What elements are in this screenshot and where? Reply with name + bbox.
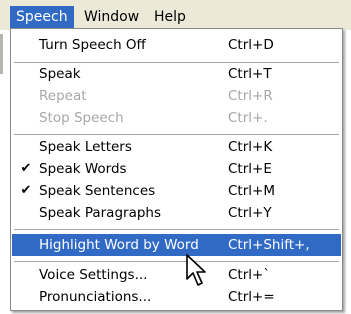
menu-item-speak[interactable]: Speak Ctrl+T: [12, 63, 341, 85]
background-window-edge: [0, 34, 3, 74]
menu-item-speak-sentences[interactable]: ✔ Speak Sentences Ctrl+M: [12, 180, 341, 202]
menu-item-speak-letters[interactable]: Speak Letters Ctrl+K: [12, 136, 341, 158]
menu-item-shortcut: Ctrl+R: [228, 88, 273, 104]
menu-item-shortcut: Ctrl+M: [228, 183, 275, 199]
menu-item-stop-speech: Stop Speech Ctrl+.: [12, 107, 341, 129]
speech-dropdown-menu: Turn Speech Off Ctrl+D Speak Ctrl+T Repe…: [10, 28, 343, 311]
menu-item-label: Voice Settings...: [39, 267, 148, 283]
menu-item-highlight-word-by-word[interactable]: Highlight Word by Word Ctrl+Shift+,: [12, 234, 341, 256]
menu-item-label: Speak Words: [39, 161, 127, 177]
menu-item-voice-settings[interactable]: Voice Settings... Ctrl+`: [12, 264, 341, 286]
menu-item-label: Highlight Word by Word: [39, 237, 199, 253]
menu-item-shortcut: Ctrl+T: [228, 66, 272, 82]
menu-separator: [14, 229, 339, 230]
menu-item-shortcut: Ctrl+=: [228, 289, 275, 305]
menu-separator: [14, 261, 339, 262]
menu-item-shortcut: Ctrl+Y: [228, 205, 272, 221]
menu-item-shortcut: Ctrl+K: [228, 139, 273, 155]
menu-help[interactable]: Help: [148, 6, 192, 28]
menu-item-shortcut: Ctrl+Shift+,: [228, 237, 310, 253]
checkmark-icon: ✔: [20, 161, 32, 176]
menu-bar: Speech Window Help: [0, 0, 351, 30]
menu-speech[interactable]: Speech: [10, 6, 74, 28]
menu-item-speak-words[interactable]: ✔ Speak Words Ctrl+E: [12, 158, 341, 180]
menu-item-label: Pronunciations...: [39, 289, 152, 305]
menu-window[interactable]: Window: [78, 6, 145, 28]
menu-item-pronunciations[interactable]: Pronunciations... Ctrl+=: [12, 286, 341, 308]
menu-item-shortcut: Ctrl+.: [228, 110, 268, 126]
menu-item-label: Speak Sentences: [39, 183, 156, 199]
menu-item-shortcut: Ctrl+E: [228, 161, 272, 177]
menu-item-repeat: Repeat Ctrl+R: [12, 85, 341, 107]
menu-item-label: Stop Speech: [39, 110, 124, 126]
menu-item-label: Speak Letters: [39, 139, 132, 155]
menu-item-shortcut: Ctrl+D: [228, 37, 274, 53]
arrow-pointer-icon: [186, 254, 206, 286]
menu-item-label: Speak Paragraphs: [39, 205, 162, 221]
menu-separator: [14, 134, 339, 135]
menu-item-label: Repeat: [39, 88, 87, 104]
menu-item-label: Turn Speech Off: [39, 37, 146, 53]
menu-item-shortcut: Ctrl+`: [228, 267, 271, 283]
checkmark-icon: ✔: [20, 183, 32, 198]
menu-item-label: Speak: [39, 66, 81, 82]
menu-item-turn-speech-off[interactable]: Turn Speech Off Ctrl+D: [12, 34, 341, 56]
menu-item-speak-paragraphs[interactable]: Speak Paragraphs Ctrl+Y: [12, 202, 341, 224]
